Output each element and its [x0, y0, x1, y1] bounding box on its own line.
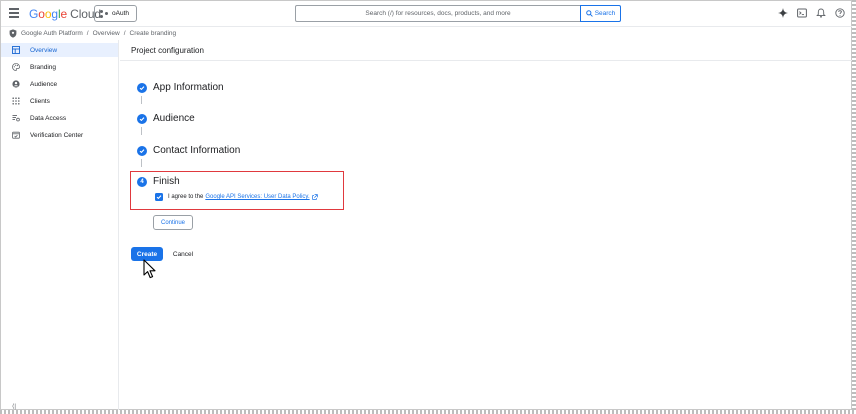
- step-number-badge: 4: [137, 176, 147, 187]
- step-connector: [141, 127, 142, 135]
- sidebar-item-verification-center[interactable]: Verification Center: [1, 128, 118, 142]
- search-button-label: Search: [594, 10, 616, 17]
- dashboard-grid-icon: [12, 46, 20, 54]
- cancel-button[interactable]: Cancel: [169, 247, 197, 261]
- agree-text: I agree to the: [168, 194, 204, 200]
- user-data-policy-link[interactable]: Google API Services: User Data Policy.: [205, 194, 309, 200]
- check-circle-icon: [137, 145, 147, 156]
- notifications-bell-icon[interactable]: [815, 7, 826, 18]
- page-header: Project configuration: [120, 40, 853, 61]
- breadcrumb-separator: /: [86, 29, 89, 37]
- app-window: Google Cloud oAuth Search (/) for resourc…: [0, 0, 853, 410]
- step-contact-information[interactable]: Contact Information: [137, 145, 240, 156]
- external-link-icon: [311, 194, 318, 200]
- breadcrumb-separator: /: [123, 29, 126, 37]
- cloud-shell-icon[interactable]: [796, 7, 807, 18]
- verification-icon: [12, 131, 20, 139]
- breadcrumb-item-current: Create branding: [129, 29, 177, 37]
- gemini-spark-icon[interactable]: [777, 7, 788, 18]
- google-cloud-logo[interactable]: Google Cloud: [29, 7, 101, 21]
- search-icon: [585, 10, 593, 17]
- breadcrumb: Google Auth Platform / Overview / Create…: [9, 27, 176, 39]
- collapse-sidebar-icon[interactable]: ⟨|: [12, 403, 16, 410]
- sidebar-item-label: Audience: [30, 80, 58, 88]
- check-circle-icon: [137, 82, 147, 93]
- sidebar-item-label: Overview: [30, 46, 58, 54]
- step-title: Finish: [153, 176, 180, 187]
- step-title: Contact Information: [153, 145, 241, 156]
- agree-policy-row: I agree to the Google API Services: User…: [155, 193, 318, 201]
- project-picker-button[interactable]: oAuth: [94, 5, 137, 22]
- mouse-cursor-icon: [143, 259, 156, 279]
- search-input[interactable]: Search (/) for resources, docs, products…: [295, 5, 581, 22]
- step-title: App Information: [153, 82, 224, 93]
- step-audience[interactable]: Audience: [137, 113, 195, 124]
- step-connector: [141, 96, 142, 104]
- step-connector: [141, 159, 142, 167]
- torn-edge-bottom: [0, 410, 856, 414]
- step-app-information[interactable]: App Information: [137, 82, 224, 93]
- step-title: Audience: [153, 113, 195, 124]
- menu-icon[interactable]: [9, 8, 19, 18]
- shield-icon: [9, 28, 17, 38]
- project-icon: [100, 9, 108, 18]
- sidebar: Overview Branding Audience Clients Data …: [1, 40, 119, 410]
- agree-checkbox[interactable]: [155, 193, 163, 201]
- sidebar-item-overview[interactable]: Overview: [1, 43, 118, 57]
- help-icon[interactable]: [834, 7, 845, 18]
- check-circle-icon: [137, 113, 147, 124]
- page-title: Project configuration: [131, 46, 204, 55]
- top-bar: Google Cloud oAuth Search (/) for resourc…: [1, 1, 853, 27]
- breadcrumb-item-platform[interactable]: Google Auth Platform: [21, 30, 83, 37]
- palette-icon: [12, 63, 20, 71]
- torn-edge-right: [852, 0, 856, 414]
- sidebar-item-clients[interactable]: Clients: [1, 94, 118, 108]
- search-button[interactable]: Search: [580, 5, 621, 22]
- breadcrumb-item-overview[interactable]: Overview: [93, 30, 120, 37]
- sidebar-item-label: Clients: [30, 97, 50, 105]
- sidebar-item-label: Data Access: [30, 114, 67, 122]
- continue-button[interactable]: Continue: [153, 215, 193, 230]
- top-icons: [777, 7, 853, 18]
- apps-grid-icon: [12, 97, 20, 105]
- sidebar-item-label: Branding: [30, 63, 57, 71]
- sidebar-item-label: Verification Center: [30, 131, 84, 139]
- sidebar-item-branding[interactable]: Branding: [1, 60, 118, 74]
- person-circle-icon: [12, 80, 20, 88]
- sidebar-item-audience[interactable]: Audience: [1, 77, 118, 91]
- search-placeholder: Search (/) for resources, docs, products…: [365, 10, 511, 17]
- step-finish[interactable]: 4 Finish: [137, 176, 180, 187]
- data-access-icon: [12, 114, 20, 122]
- project-name: oAuth: [112, 10, 129, 17]
- sidebar-item-data-access[interactable]: Data Access: [1, 111, 118, 125]
